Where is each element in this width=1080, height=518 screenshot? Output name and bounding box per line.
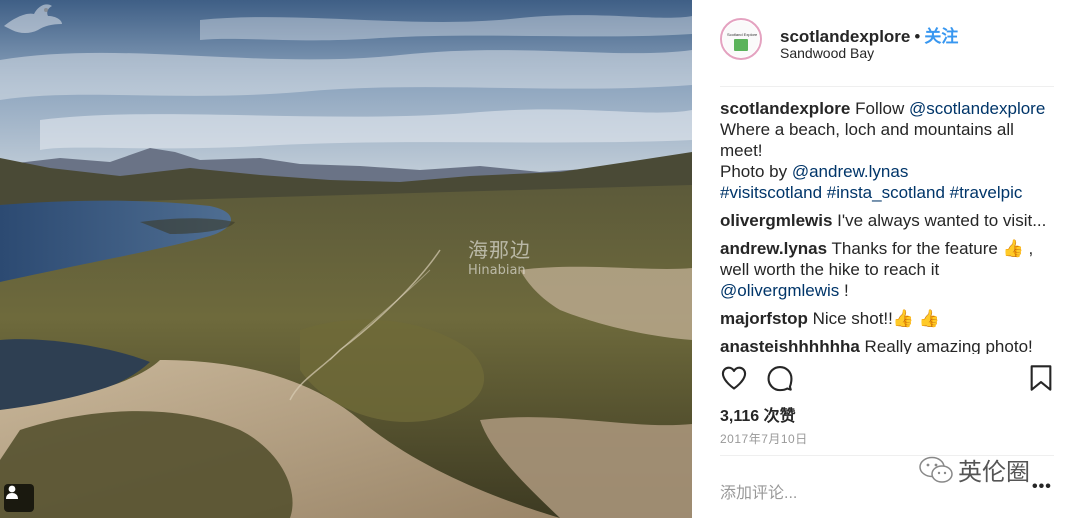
header-separator: • bbox=[914, 27, 921, 46]
owner-line: scotlandexplore • 关注 bbox=[780, 22, 958, 47]
comment-mention[interactable]: @olivergmlewis bbox=[720, 281, 839, 300]
comment: olivergmlewis I've always wanted to visi… bbox=[720, 210, 1054, 231]
comment-icon[interactable] bbox=[766, 364, 794, 392]
comment-text: ! bbox=[839, 281, 849, 300]
user-tag-button[interactable] bbox=[4, 484, 34, 512]
comment-username[interactable]: anasteishhhhhha bbox=[720, 337, 860, 354]
comment-text: Really amazing photo! bbox=[859, 337, 1033, 354]
action-bar bbox=[720, 364, 1054, 394]
more-options-button[interactable]: ••• bbox=[1032, 478, 1052, 496]
bookmark-icon[interactable] bbox=[1028, 364, 1054, 392]
caption: scotlandexplore Follow @scotlandexplore … bbox=[720, 98, 1054, 203]
avatar-image bbox=[734, 39, 748, 51]
caption-mention[interactable]: @scotlandexplore bbox=[909, 99, 1045, 118]
comment: andrew.lynas Thanks for the feature 👍 , … bbox=[720, 238, 1054, 301]
watermark-bird-icon bbox=[4, 4, 62, 33]
follow-button[interactable]: 关注 bbox=[924, 27, 958, 46]
add-comment-input[interactable]: 添加评论... bbox=[720, 479, 797, 503]
watermark-cn: 海那边 bbox=[468, 238, 531, 262]
likes-count[interactable]: 3,116 次赞 bbox=[720, 402, 796, 426]
user-tag-icon bbox=[6, 485, 18, 499]
wechat-watermark: 英伦圈 bbox=[918, 452, 1030, 487]
comment-username[interactable]: majorfstop bbox=[720, 309, 808, 328]
post-header: Scotland Explore scotlandexplore • 关注 Sand… bbox=[720, 18, 1054, 87]
post-side-panel: Scotland Explore scotlandexplore • 关注 Sand… bbox=[692, 0, 1080, 518]
caption-mention[interactable]: @andrew.lynas bbox=[792, 162, 909, 181]
comment-text: I've always wanted to visit... bbox=[832, 211, 1047, 230]
comment-username[interactable]: olivergmlewis bbox=[720, 211, 832, 230]
wechat-icon bbox=[919, 456, 953, 483]
caption-text: Where a beach, loch and mountains all me… bbox=[720, 120, 1014, 160]
watermark-en: Hinabian bbox=[468, 263, 526, 278]
comments-list[interactable]: scotlandexplore Follow @scotlandexplore … bbox=[720, 98, 1054, 354]
caption-hashtags[interactable]: #visitscotland #insta_scotland #travelpi… bbox=[720, 183, 1022, 202]
wechat-watermark-text: 英伦圈 bbox=[958, 458, 1030, 486]
comment: anasteishhhhhha Really amazing photo! bbox=[720, 336, 1054, 354]
caption-text: Follow bbox=[855, 99, 909, 118]
post-photo[interactable]: 海那边 Hinabian bbox=[0, 0, 692, 518]
avatar[interactable]: Scotland Explore bbox=[720, 18, 762, 60]
photo-watermark: 海那边 Hinabian bbox=[468, 240, 531, 277]
caption-username[interactable]: scotlandexplore bbox=[720, 99, 850, 118]
comment-username[interactable]: andrew.lynas bbox=[720, 239, 827, 258]
avatar-text: Scotland Explore bbox=[727, 32, 758, 37]
owner-username[interactable]: scotlandexplore bbox=[780, 27, 910, 46]
landscape-image bbox=[0, 0, 692, 518]
comment-text: Nice shot!!👍 👍 bbox=[807, 309, 940, 328]
comment: majorfstop Nice shot!!👍 👍 bbox=[720, 308, 1054, 329]
location-link[interactable]: Sandwood Bay bbox=[780, 45, 874, 61]
caption-text: Photo by bbox=[720, 162, 792, 181]
post-date: 2017年7月10日 bbox=[720, 432, 808, 446]
heart-icon[interactable] bbox=[720, 364, 748, 392]
